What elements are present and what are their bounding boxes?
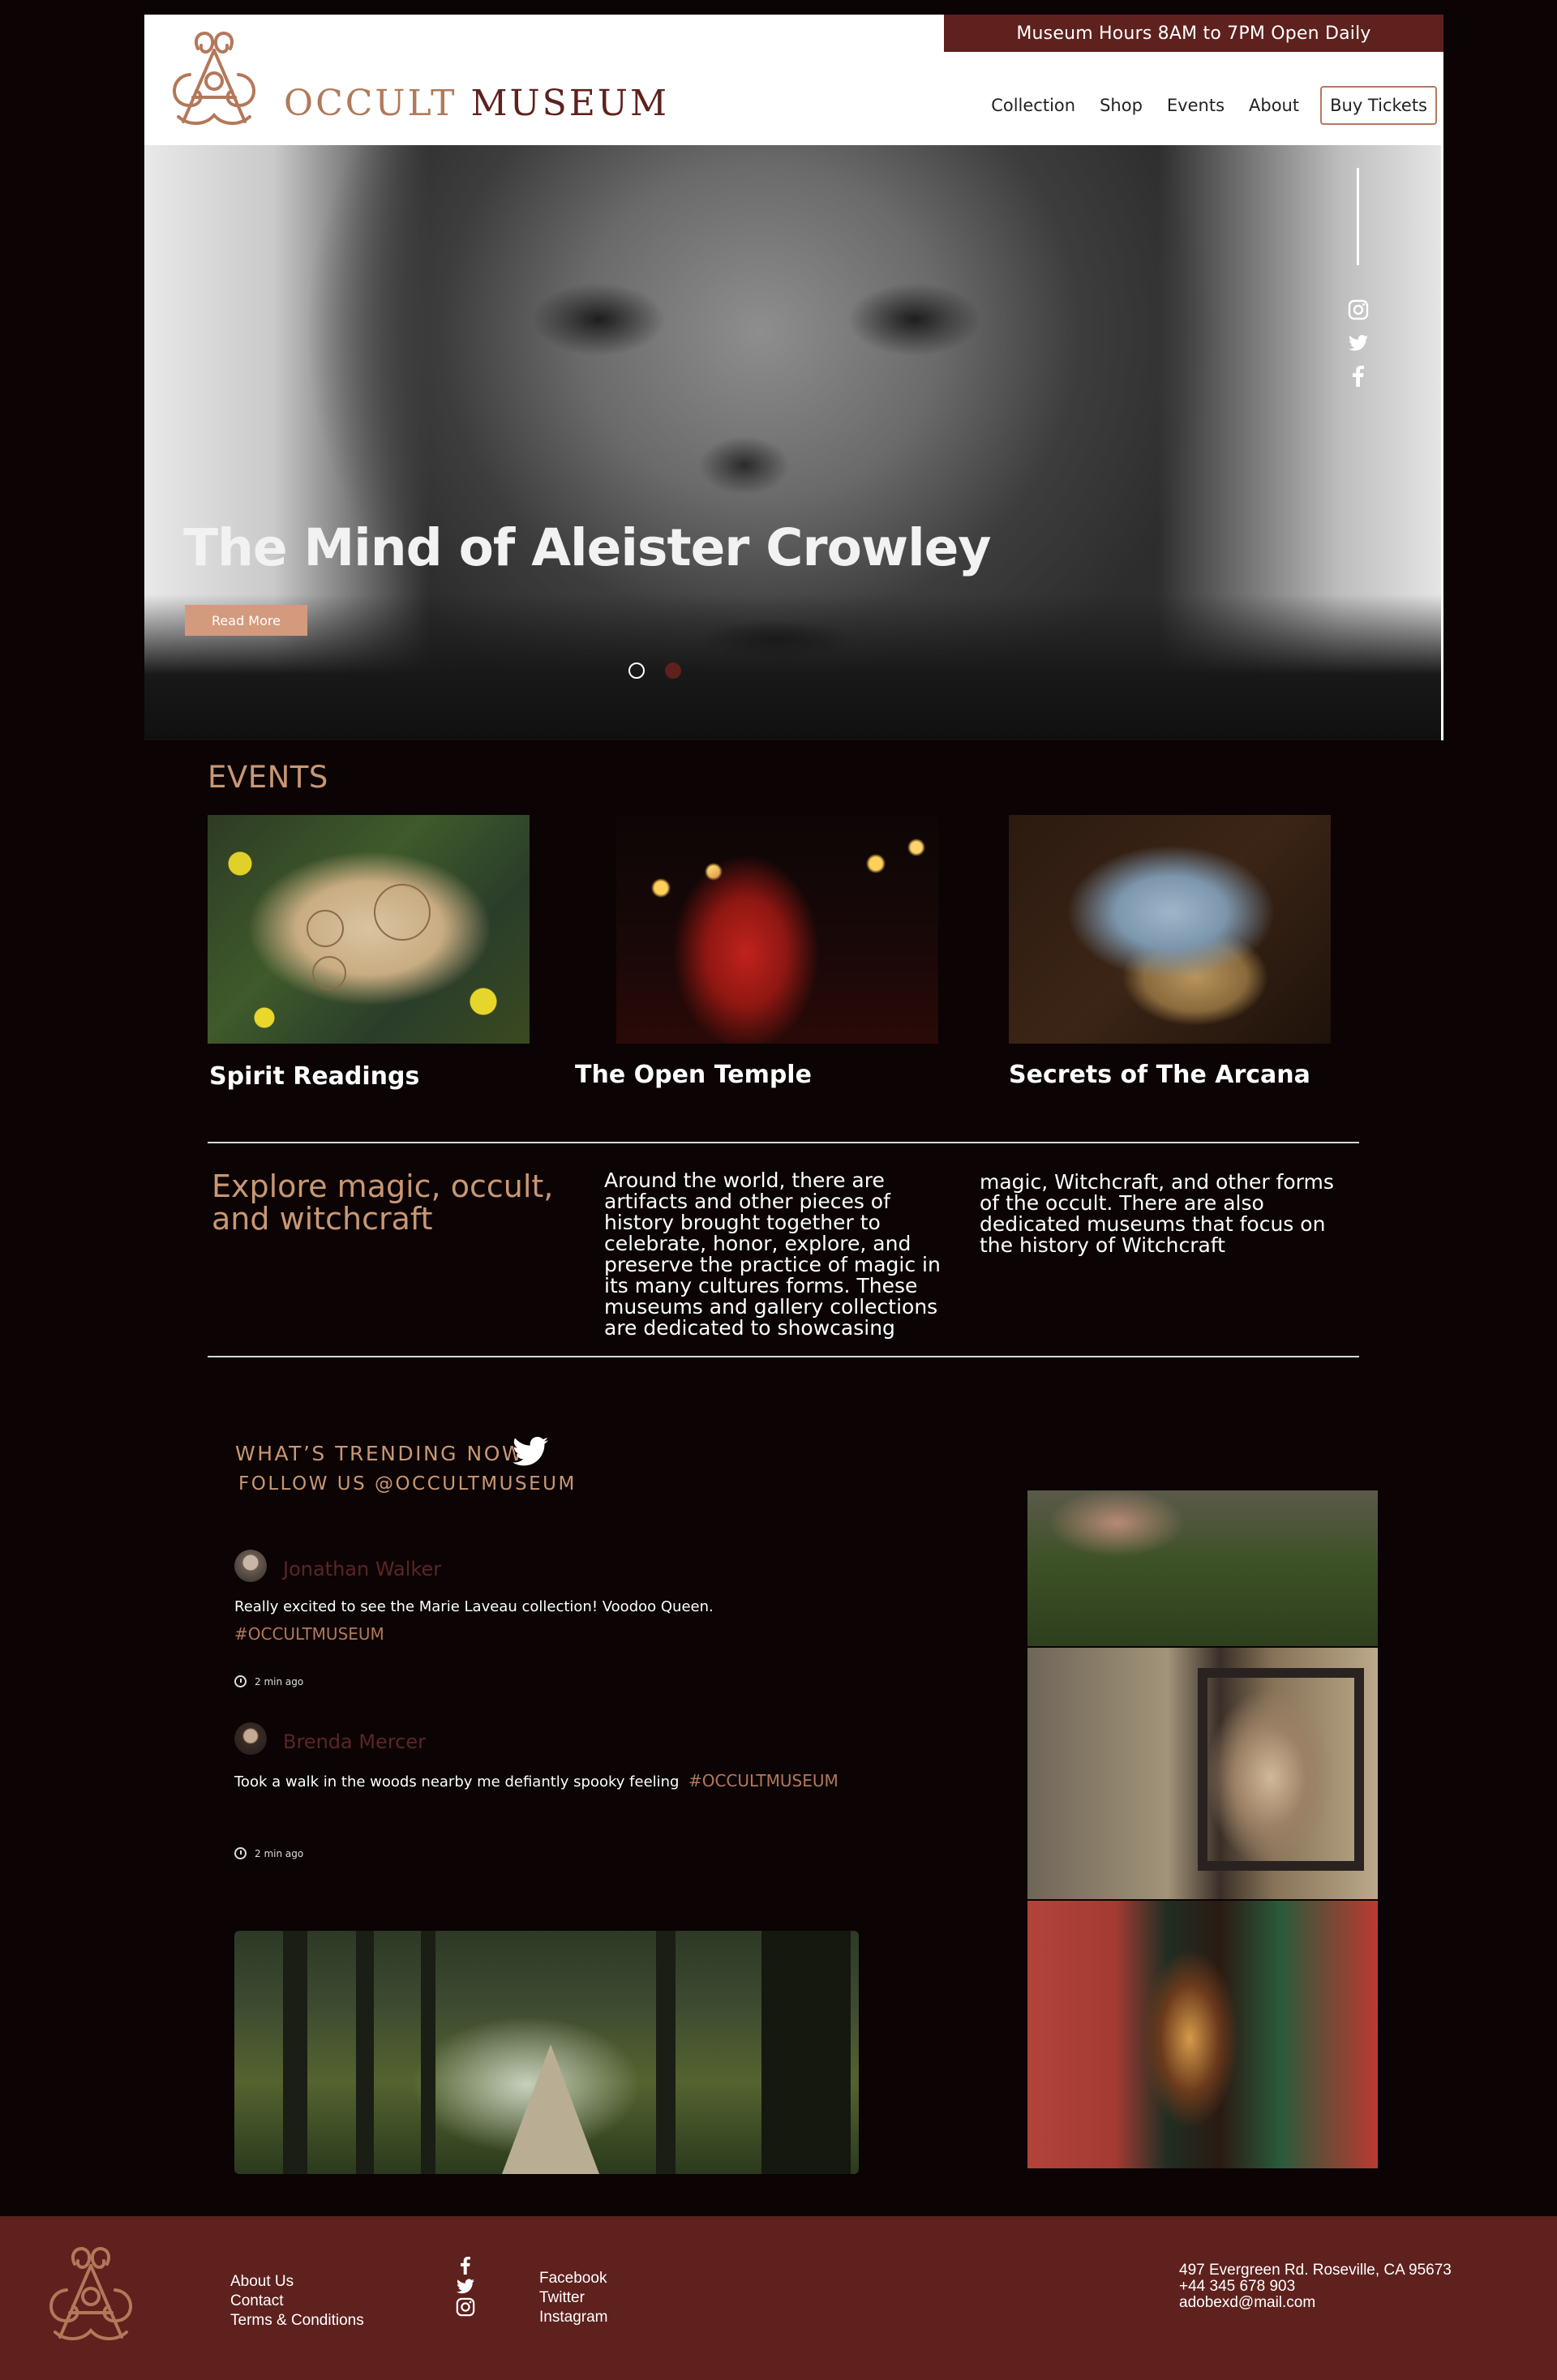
tweet-time-text: 2 min ago xyxy=(255,1675,304,1687)
events-heading: EVENTS xyxy=(208,760,328,795)
gallery-image-hillside[interactable] xyxy=(1027,1490,1378,1646)
instagram-icon[interactable] xyxy=(1348,299,1369,320)
tweet-timestamp: 2 min ago xyxy=(234,1675,303,1687)
gallery-image-voodoo-shop[interactable] xyxy=(1027,1648,1378,1899)
twitter-icon[interactable] xyxy=(513,1435,548,1468)
tweet-text-body: Took a walk in the woods nearby me defia… xyxy=(234,1773,680,1790)
carousel-dot-2[interactable] xyxy=(665,663,681,679)
logo-emblem-icon[interactable] xyxy=(165,26,263,130)
hero-title: The Mind of Aleister Crowley xyxy=(183,518,991,577)
footer-social-instagram[interactable]: Instagram xyxy=(539,2309,607,2326)
tweet-text: Really excited to see the Marie Laveau c… xyxy=(234,1598,714,1615)
tweet-text: Took a walk in the woods nearby me defia… xyxy=(234,1771,839,1790)
tweet-user-jonathan-walker[interactable]: Jonathan Walker xyxy=(283,1558,441,1580)
hours-text: Museum Hours 8AM to 7PM Open Daily xyxy=(1016,23,1371,44)
event-image-spirit-readings[interactable] xyxy=(208,815,530,1044)
tree-trunk xyxy=(283,1931,307,2174)
buy-tickets-button[interactable]: Buy Tickets xyxy=(1320,86,1437,125)
instagram-icon[interactable] xyxy=(456,2297,475,2317)
twitter-icon[interactable] xyxy=(456,2276,475,2296)
event-name-open-temple[interactable]: The Open Temple xyxy=(575,1061,812,1089)
main-nav: Collection Shop Events About Buy Tickets xyxy=(967,86,1437,125)
gallery-image-shop-front[interactable] xyxy=(1027,1901,1378,2168)
divider-top xyxy=(208,1142,1359,1143)
hero-edge-line xyxy=(1441,145,1443,740)
trending-title: WHAT’S TRENDING NOW xyxy=(235,1442,525,1465)
logo-emblem-icon[interactable] xyxy=(42,2241,139,2346)
footer-address: 497 Evergreen Rd. Roseville, CA 95673 xyxy=(1179,2262,1452,2279)
tweet-image-forest[interactable] xyxy=(234,1931,859,2174)
footer-phone[interactable]: +44 345 678 903 xyxy=(1179,2278,1295,2296)
footer-link-contact[interactable]: Contact xyxy=(230,2292,283,2310)
divider-bottom xyxy=(208,1356,1359,1357)
read-more-button[interactable]: Read More xyxy=(185,605,307,636)
nav-item-shop[interactable]: Shop xyxy=(1100,96,1143,115)
explore-heading: Explore magic, occult, and witchcraft xyxy=(212,1169,554,1237)
tree-trunk xyxy=(761,1931,851,2174)
logo-wordmark[interactable]: OCCULT MUSEUM xyxy=(284,83,669,124)
clock-icon xyxy=(234,1847,247,1859)
tweet-user-brenda-mercer[interactable]: Brenda Mercer xyxy=(283,1730,426,1753)
footer-link-terms[interactable]: Terms & Conditions xyxy=(230,2312,364,2330)
site-header: Museum Hours 8AM to 7PM Open Daily OCCUL… xyxy=(144,15,1443,145)
facebook-icon[interactable] xyxy=(456,2256,475,2275)
event-name-secrets-arcana[interactable]: Secrets of The Arcana xyxy=(1009,1061,1310,1089)
forest-path xyxy=(502,2044,599,2174)
logo-word-1: OCCULT xyxy=(284,83,457,124)
twitter-icon[interactable] xyxy=(1348,332,1369,354)
clock-icon xyxy=(234,1675,247,1687)
social-divider xyxy=(1357,168,1359,265)
tree-trunk xyxy=(656,1931,676,2174)
site-footer: About Us Contact Terms & Conditions Face… xyxy=(0,2216,1557,2380)
carousel-dots xyxy=(628,663,701,679)
carousel-dot-1[interactable] xyxy=(628,663,645,679)
hours-bar: Museum Hours 8AM to 7PM Open Daily xyxy=(944,15,1443,52)
avatar[interactable] xyxy=(234,1722,267,1755)
spellbook-illustration xyxy=(307,884,431,990)
event-image-open-temple[interactable] xyxy=(616,815,938,1044)
tree-trunk xyxy=(421,1931,435,2174)
tweet-time-text: 2 min ago xyxy=(255,1847,304,1859)
tweet-hashtag[interactable]: #OCCULTMUSEUM xyxy=(688,1771,839,1790)
hero-carousel: The Mind of Aleister Crowley Read More xyxy=(144,145,1443,740)
event-image-secrets-arcana[interactable] xyxy=(1009,815,1331,1044)
nav-item-about[interactable]: About xyxy=(1249,96,1299,115)
footer-email[interactable]: adobexd@mail.com xyxy=(1179,2294,1315,2312)
avatar[interactable] xyxy=(234,1550,267,1582)
footer-link-about[interactable]: About Us xyxy=(230,2273,294,2291)
footer-social-facebook[interactable]: Facebook xyxy=(539,2270,607,2288)
logo-word-2: MUSEUM xyxy=(470,83,669,124)
footer-social-twitter[interactable]: Twitter xyxy=(539,2289,585,2307)
tweet-timestamp: 2 min ago xyxy=(234,1847,303,1859)
nav-item-events[interactable]: Events xyxy=(1167,96,1225,115)
event-name-spirit-readings[interactable]: Spirit Readings xyxy=(209,1062,419,1091)
explore-text-col2: magic, Witchcraft, and other forms of th… xyxy=(980,1170,1334,1257)
hero-image-shade xyxy=(144,594,1443,740)
tree-trunk xyxy=(356,1931,374,2174)
explore-text-col1: Around the world, there are artifacts an… xyxy=(604,1169,941,1340)
tweet-hashtag[interactable]: #OCCULTMUSEUM xyxy=(234,1624,384,1644)
portrait-frame xyxy=(1198,1668,1364,1871)
nav-item-collection[interactable]: Collection xyxy=(991,96,1075,115)
facebook-icon[interactable] xyxy=(1348,366,1369,387)
follow-us-handle[interactable]: FOLLOW US @OCCULTMUSEUM xyxy=(238,1473,577,1494)
